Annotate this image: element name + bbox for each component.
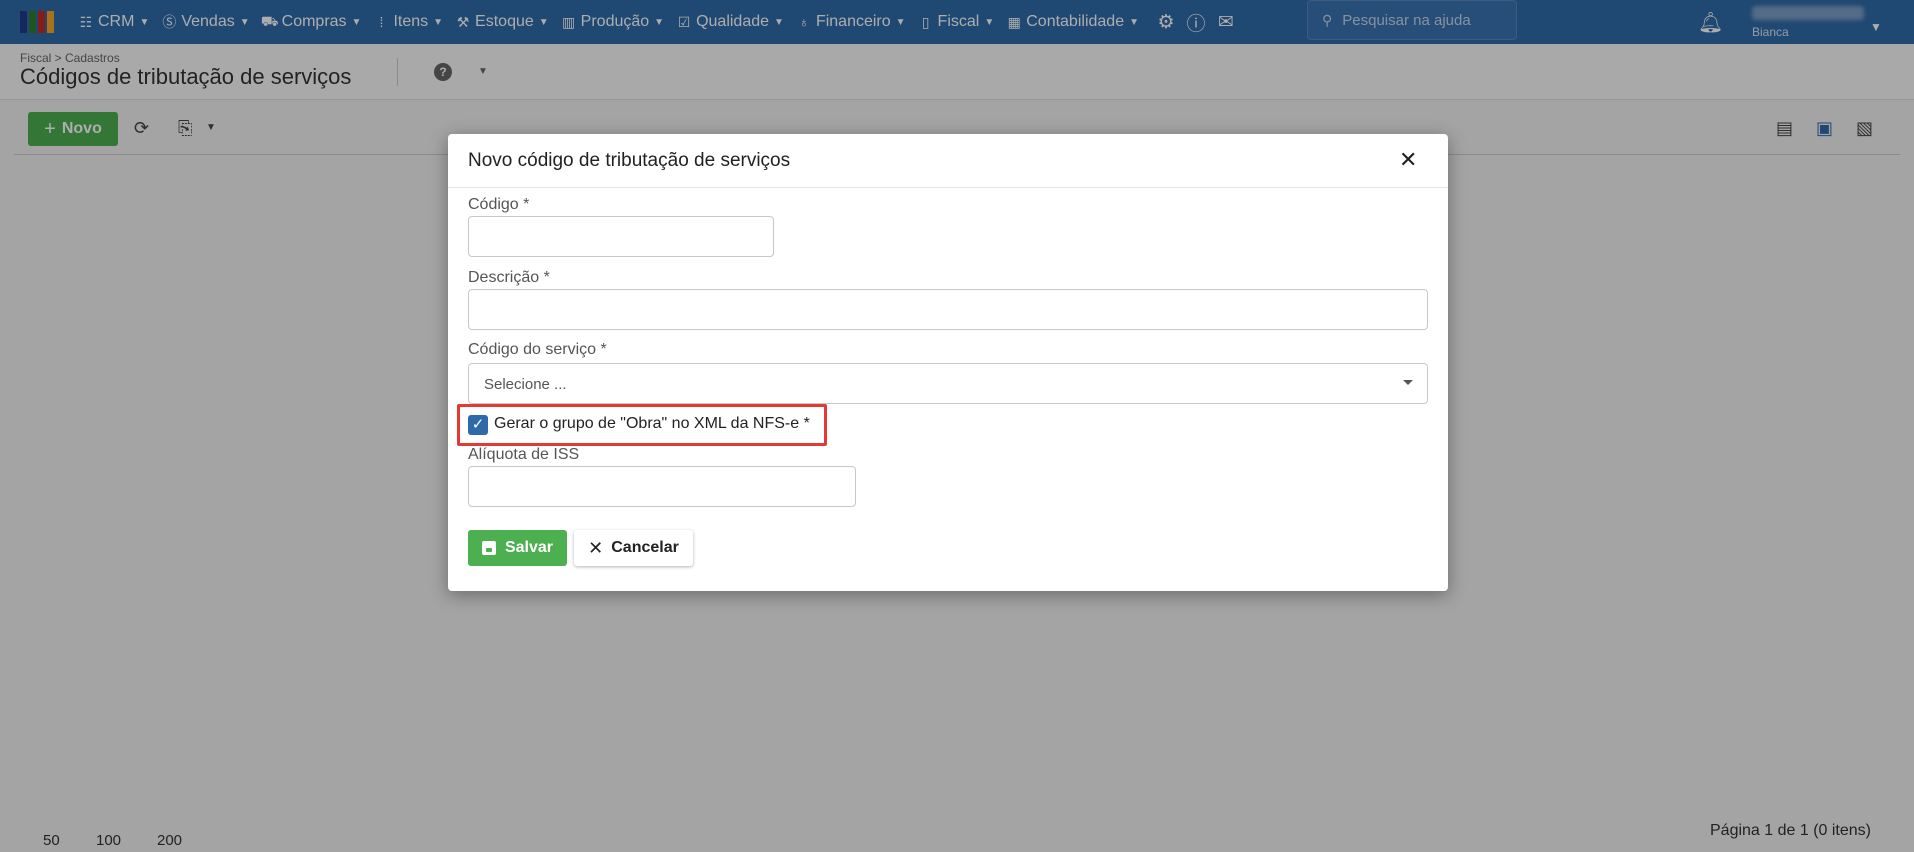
aliquota-input[interactable] [468, 466, 856, 507]
codigo-servico-label: Código do serviço * [468, 341, 607, 358]
descricao-input[interactable] [468, 289, 1428, 330]
aliquota-label: Alíquota de ISS [468, 446, 580, 463]
codigo-servico-select[interactable]: Selecione ... [468, 363, 1428, 404]
cancel-button[interactable]: ✕ Cancelar [574, 530, 693, 566]
obra-checkbox-label[interactable]: Gerar o grupo de "Obra" no XML da NFS-e … [494, 415, 810, 433]
codigo-label: Código * [468, 196, 530, 213]
codigo-input[interactable] [468, 216, 774, 257]
select-value: Selecione ... [484, 376, 567, 393]
obra-checkbox[interactable]: ✓ [468, 415, 488, 435]
save-button[interactable]: Salvar [468, 530, 567, 566]
modal-title: Novo código de tributação de serviços [468, 150, 791, 171]
new-service-tax-code-dialog: Novo código de tributação de serviços ✕ … [448, 134, 1448, 591]
save-button-label: Salvar [504, 539, 554, 556]
cancel-button-label: Cancelar [611, 539, 679, 556]
modal-header: Novo código de tributação de serviços ✕ [448, 134, 1448, 188]
caret-down-icon [1403, 380, 1413, 385]
floppy-icon [481, 541, 496, 555]
checkmark-icon: ✓ [471, 416, 485, 433]
descricao-label: Descrição * [468, 269, 550, 286]
close-icon[interactable]: ✕ [1399, 147, 1417, 173]
close-icon: ✕ [588, 537, 604, 558]
